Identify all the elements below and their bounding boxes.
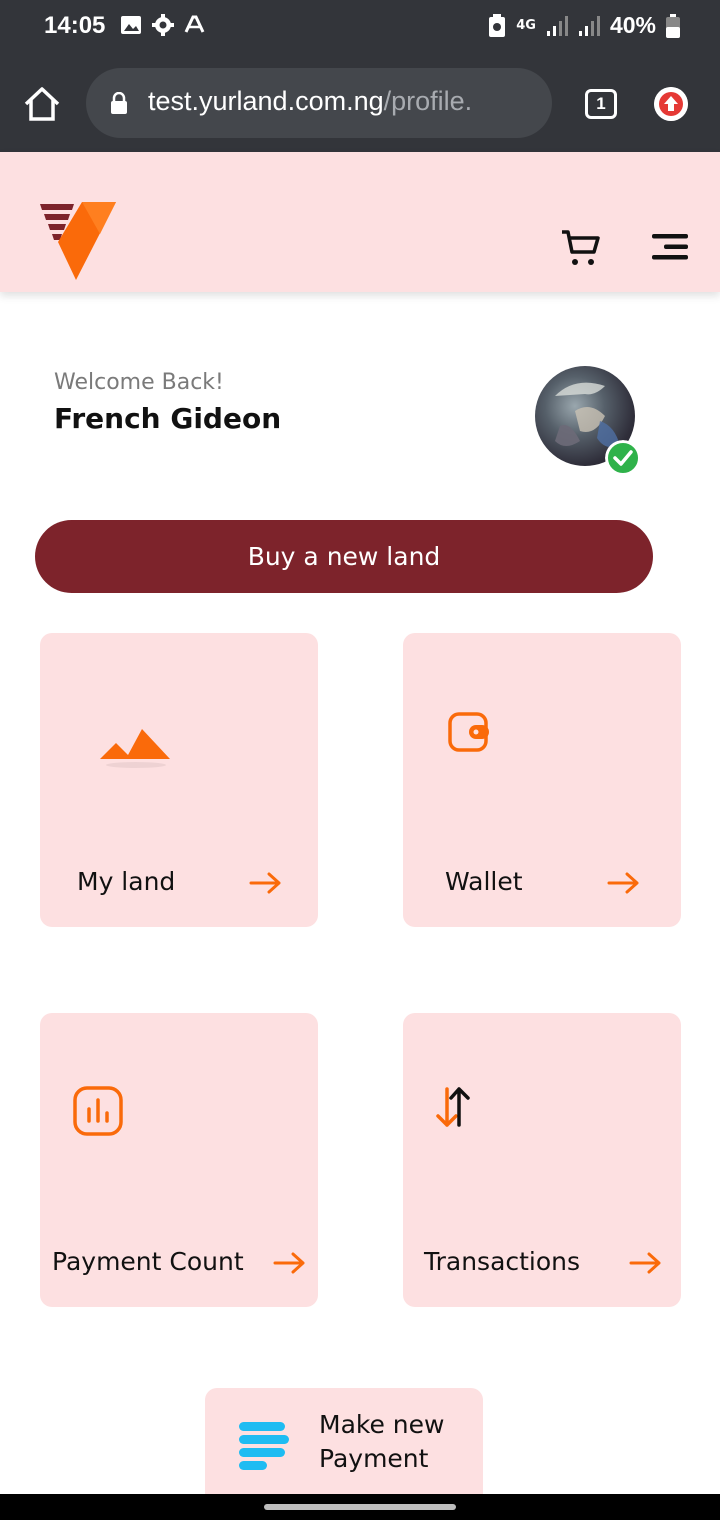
yurland-logo[interactable] xyxy=(38,198,118,282)
battery-percent: 40% xyxy=(609,12,656,38)
arrow-right-icon xyxy=(273,1252,305,1274)
url-host: test.yurland.com.ng xyxy=(148,86,384,116)
arrow-right-icon xyxy=(629,1252,661,1274)
mountain-icon xyxy=(100,729,170,768)
browser-toolbar: test.yurland.com.ng/profile. 1 xyxy=(0,56,720,152)
verified-check-icon xyxy=(605,440,641,476)
status-time: 14:05 xyxy=(44,12,106,39)
payment-label: Make new Payment xyxy=(319,1410,445,1473)
font-icon xyxy=(184,15,205,33)
image-icon xyxy=(121,16,141,34)
notification-icons xyxy=(120,14,206,36)
url-path: /profile. xyxy=(383,86,473,116)
network-type: 4G xyxy=(516,17,536,33)
menu-icon[interactable] xyxy=(650,232,690,262)
wallet-icon xyxy=(448,712,489,752)
card-transactions[interactable]: Transactions xyxy=(403,1013,681,1307)
card-my-land[interactable]: My land xyxy=(40,633,318,927)
lock-icon xyxy=(111,92,127,114)
buy-new-land-button[interactable]: Buy a new land xyxy=(35,520,653,593)
address-bar[interactable]: test.yurland.com.ng/profile. xyxy=(86,68,552,138)
status-bar: 14:05 4G 40% xyxy=(0,0,720,56)
cart-icon[interactable] xyxy=(560,228,602,268)
signal-icon xyxy=(546,15,568,36)
make-new-payment-button[interactable]: Make new Payment xyxy=(205,1388,483,1498)
card-label: My land xyxy=(77,867,176,896)
bar-chart-icon xyxy=(73,1086,123,1136)
battery-icon xyxy=(666,13,680,38)
arrow-right-icon xyxy=(249,872,281,894)
system-icons: 4G 40% xyxy=(488,12,680,39)
card-label: Transactions xyxy=(424,1247,581,1276)
card-label: Payment Count xyxy=(52,1247,244,1276)
battery-saver-icon xyxy=(489,13,506,37)
url-text[interactable]: test.yurland.com.ng/profile. xyxy=(148,86,472,117)
site-header xyxy=(0,152,720,292)
stack-icon xyxy=(239,1422,289,1470)
card-payment-count[interactable]: Payment Count xyxy=(40,1013,318,1307)
arrow-right-icon xyxy=(607,872,639,894)
home-icon[interactable] xyxy=(22,84,62,124)
welcome-label: Welcome Back! xyxy=(54,370,224,395)
signal-icon xyxy=(578,15,600,36)
card-wallet[interactable]: Wallet xyxy=(403,633,681,927)
home-gesture-handle[interactable] xyxy=(264,1504,456,1510)
card-label: Wallet xyxy=(445,867,523,896)
user-name: French Gideon xyxy=(54,402,282,435)
system-nav-bar xyxy=(0,1494,720,1520)
tab-switcher-button[interactable]: 1 xyxy=(585,89,617,119)
transfer-arrows-icon xyxy=(436,1087,470,1127)
update-icon[interactable] xyxy=(654,87,688,121)
gear-icon xyxy=(152,14,174,36)
